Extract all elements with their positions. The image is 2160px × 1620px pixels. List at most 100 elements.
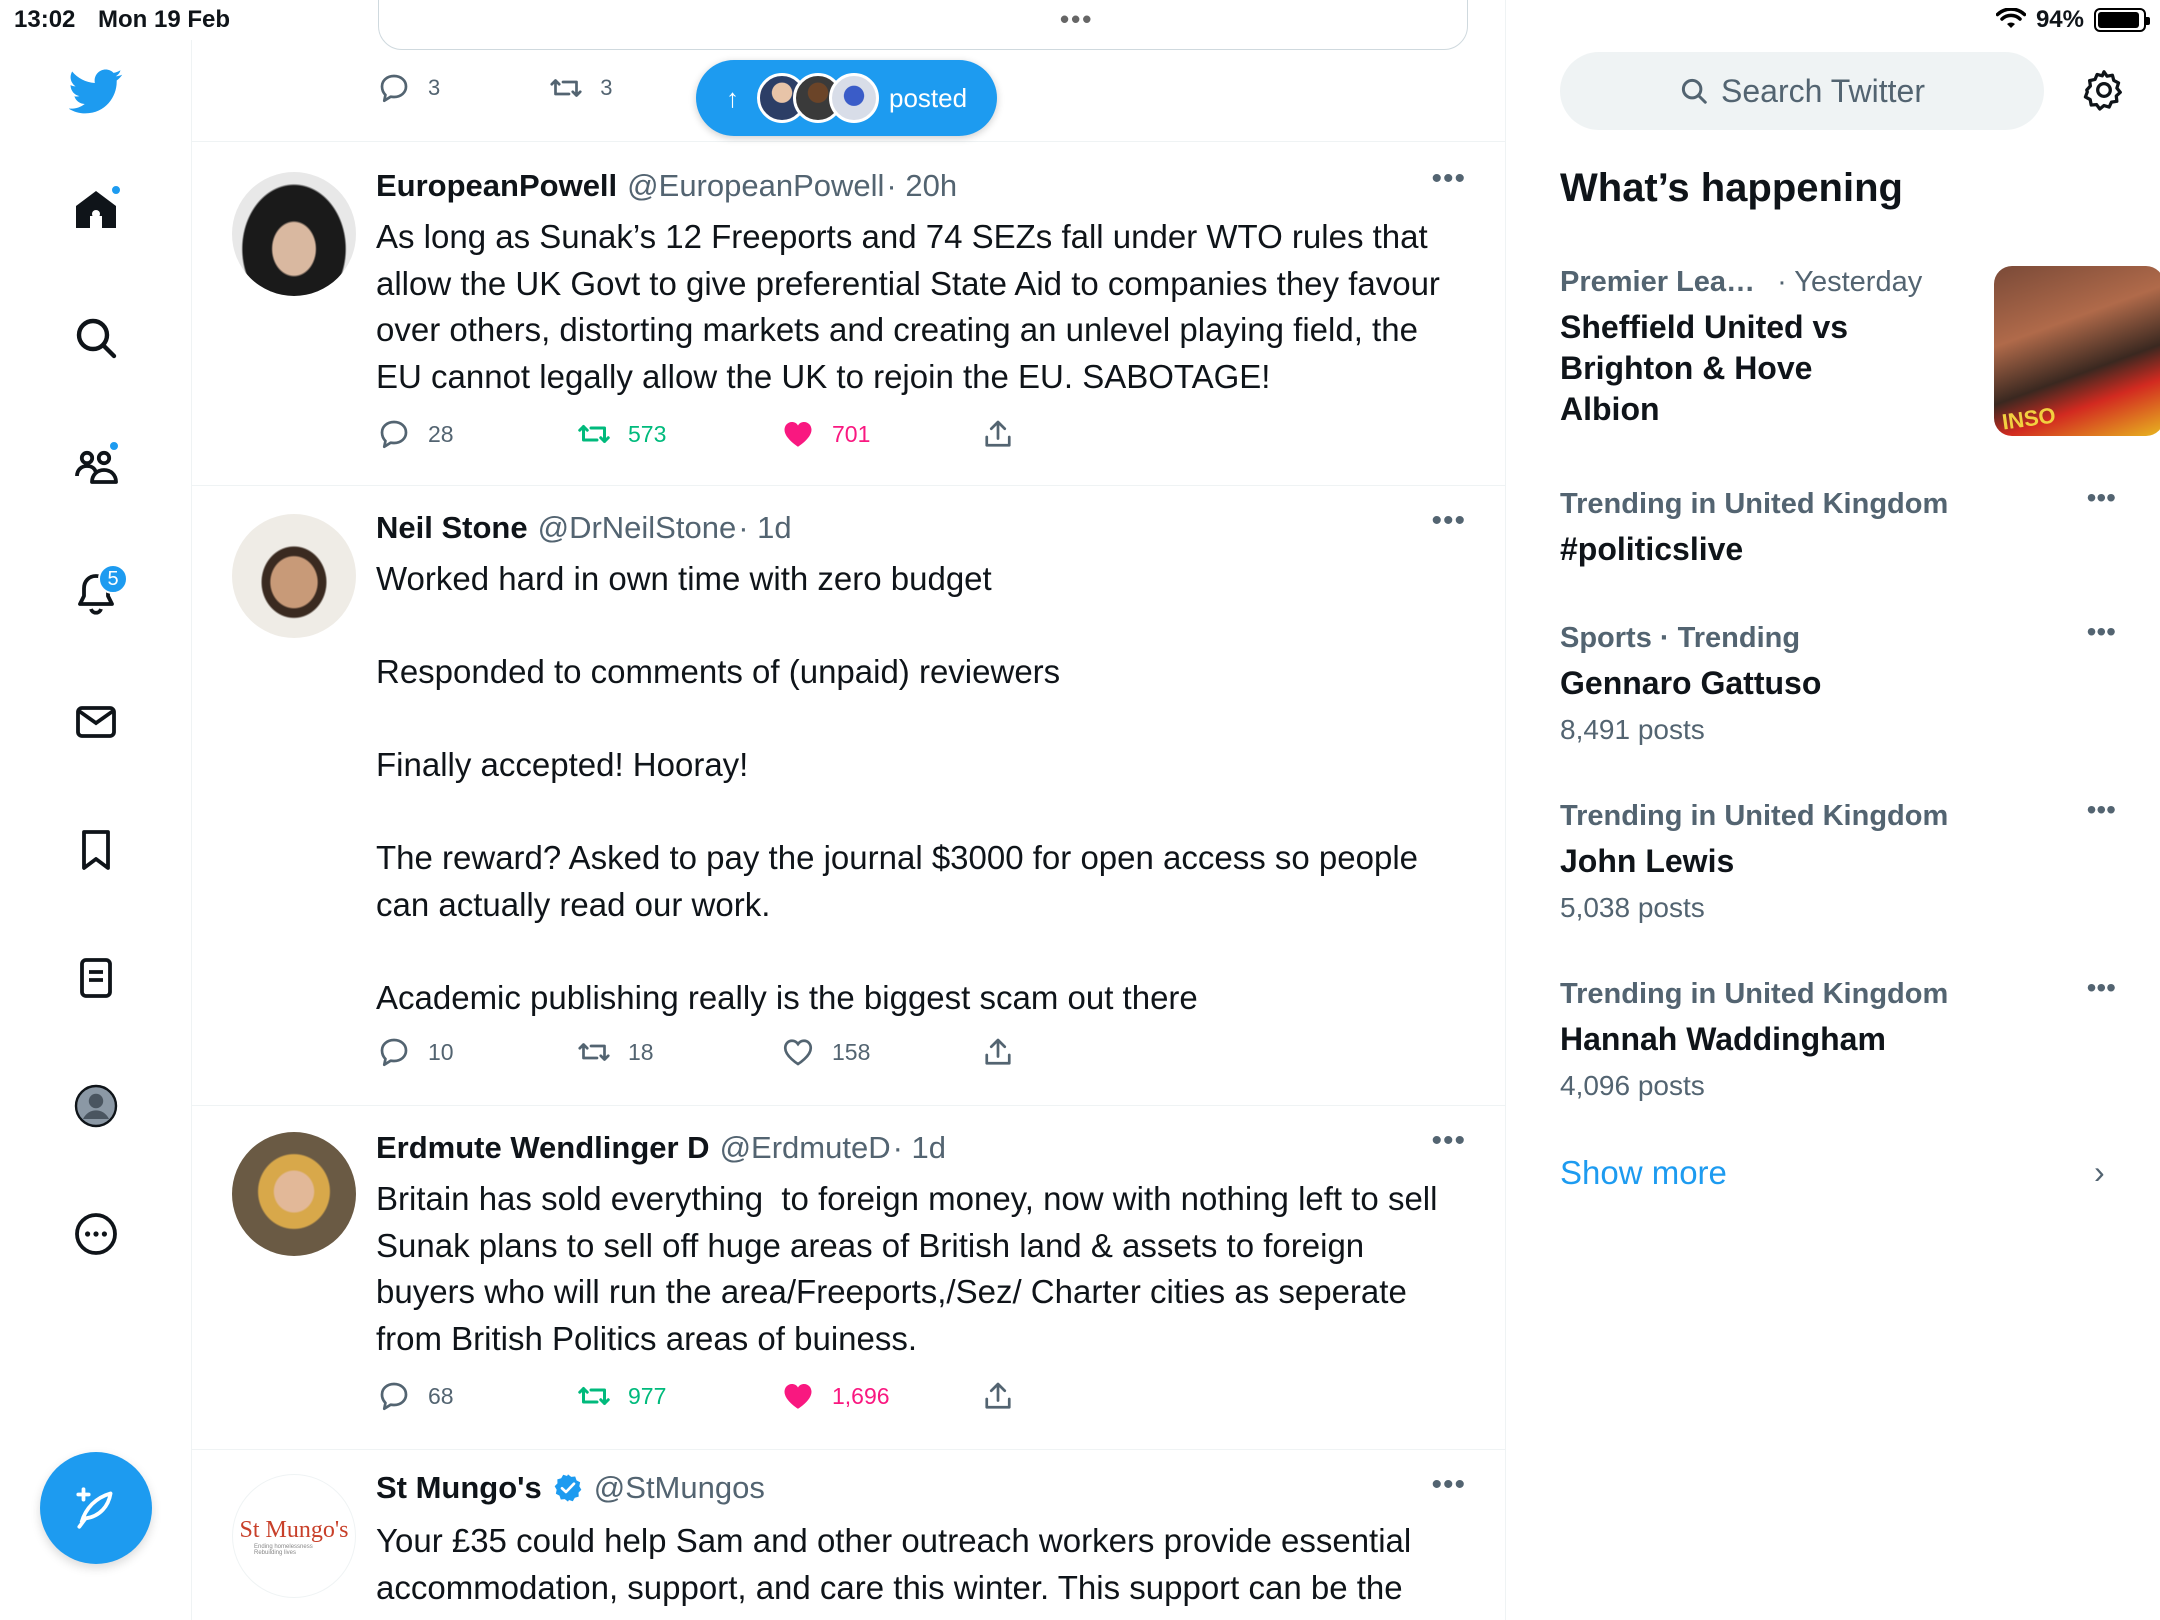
like-button[interactable]: 158: [780, 1034, 980, 1070]
arrow-up-icon: ↑: [726, 82, 739, 113]
retweet-button[interactable]: 573: [576, 416, 780, 452]
verified-badge-icon: [554, 1474, 582, 1502]
avatar[interactable]: St Mungo's Ending homelessness Rebuildin…: [232, 1474, 356, 1598]
notifications-bell-icon[interactable]: 5: [62, 560, 130, 628]
bookmarks-icon[interactable]: [62, 816, 130, 884]
author-handle[interactable]: @ErdmuteD: [720, 1130, 891, 1166]
trend-category: Sports · Trending: [1560, 622, 1801, 654]
reply-count: 3: [428, 75, 441, 100]
like-button[interactable]: 1,696: [780, 1378, 980, 1414]
reply-button[interactable]: 3: [376, 70, 440, 106]
more-options-icon[interactable]: [62, 1200, 130, 1268]
twitter-logo-icon[interactable]: [62, 56, 130, 124]
partial-tweet-actions: 3 3: [376, 70, 613, 106]
status-time: 13:02: [14, 6, 76, 33]
heart-filled-icon: [784, 422, 812, 447]
tweet[interactable]: EuropeanPowell @EuropeanPowell · 20h •••…: [192, 142, 1505, 486]
retweet-icon: [578, 1387, 610, 1405]
trend-post-count: 5,038 posts: [1560, 892, 1705, 923]
timeline: 3 3 ↑ posted EuropeanPowell @EuropeanPow…: [192, 0, 1506, 1620]
communities-unread-dot: [108, 440, 120, 452]
communities-icon[interactable]: [62, 432, 130, 500]
retweet-icon: [578, 1043, 610, 1061]
trend-more-icon[interactable]: •••: [2087, 482, 2116, 514]
share-button[interactable]: [980, 1034, 1016, 1070]
tweet-header: EuropeanPowell @EuropeanPowell · 20h: [376, 168, 957, 204]
author-handle[interactable]: @EuropeanPowell: [627, 168, 884, 204]
lists-icon[interactable]: [62, 944, 130, 1012]
tweet-time[interactable]: · 1d: [738, 510, 791, 546]
reply-count: 68: [428, 1382, 454, 1409]
reply-icon: [380, 1038, 408, 1067]
compose-tweet-button[interactable]: [40, 1452, 152, 1564]
retweet-button[interactable]: 18: [576, 1034, 780, 1070]
profile-avatar-icon[interactable]: [62, 1072, 130, 1140]
trend-more-icon[interactable]: •••: [2087, 794, 2116, 826]
left-nav: 5: [0, 40, 192, 1620]
author-name[interactable]: Neil Stone: [376, 510, 528, 546]
reply-button[interactable]: 10: [376, 1034, 576, 1070]
author-name[interactable]: Erdmute Wendlinger D: [376, 1130, 710, 1166]
quoted-card[interactable]: [378, 0, 1468, 50]
share-icon: [985, 1038, 1011, 1065]
tweet-more-icon[interactable]: •••: [1431, 162, 1466, 196]
trend-more-icon[interactable]: •••: [2087, 972, 2116, 1004]
home-icon[interactable]: [62, 176, 130, 244]
retweet-button[interactable]: 3: [548, 70, 613, 106]
tweet-actions: 10 18 158: [376, 1034, 1016, 1070]
retweet-count: 18: [628, 1038, 654, 1065]
explore-search-icon[interactable]: [62, 304, 130, 372]
retweet-button[interactable]: 977: [576, 1378, 780, 1414]
reply-button[interactable]: 28: [376, 416, 576, 452]
trend-item[interactable]: Trending in United Kingdom #politicslive…: [1560, 482, 2116, 570]
trend-item[interactable]: Trending in United Kingdom John Lewis 5,…: [1560, 794, 2116, 924]
search-input[interactable]: Search Twitter: [1560, 52, 2044, 130]
new-posts-pill[interactable]: ↑ posted: [696, 60, 998, 136]
settings-gear-icon[interactable]: [2074, 60, 2134, 120]
avatar[interactable]: [232, 514, 356, 638]
avatar: [829, 73, 879, 123]
show-more-link[interactable]: Show more: [1560, 1154, 1727, 1192]
trend-item[interactable]: Premier Lea… · Yesterday Sheffield Unite…: [1560, 266, 2160, 446]
new-posts-avatars: [757, 73, 879, 123]
trend-thumbnail-text: INSO: [2000, 402, 2058, 435]
retweet-icon: [550, 79, 582, 97]
tweet-more-icon[interactable]: •••: [1431, 1468, 1466, 1502]
reply-count: 28: [428, 420, 454, 447]
trend-item[interactable]: Sports · Trending Gennaro Gattuso 8,491 …: [1560, 616, 2116, 746]
trend-category: Trending in United Kingdom: [1560, 488, 1949, 520]
reply-button[interactable]: 68: [376, 1378, 576, 1414]
home-unread-dot: [110, 184, 122, 196]
like-button[interactable]: 701: [780, 416, 980, 452]
new-posts-label: posted: [889, 82, 968, 113]
trend-category: Trending in United Kingdom: [1560, 800, 1949, 832]
author-name[interactable]: St Mungo's: [376, 1470, 542, 1506]
tweet-time[interactable]: · 1d: [893, 1130, 946, 1166]
trend-more-icon[interactable]: •••: [2087, 616, 2116, 648]
tweet-text: Britain has sold everything to foreign m…: [376, 1180, 1447, 1357]
notifications-badge: 5: [98, 564, 128, 594]
reply-icon: [380, 1382, 408, 1411]
author-handle[interactable]: @DrNeilStone: [538, 510, 737, 546]
tweet[interactable]: Erdmute Wendlinger D @ErdmuteD · 1d ••• …: [192, 1106, 1505, 1450]
trend-thumbnail: INSO: [1994, 266, 2160, 436]
tweet-more-icon[interactable]: •••: [1431, 1124, 1466, 1158]
share-button[interactable]: [980, 416, 1016, 452]
chevron-right-icon[interactable]: ›: [2094, 1154, 2105, 1191]
tweet-time[interactable]: · 20h: [886, 168, 957, 204]
messages-envelope-icon[interactable]: [62, 688, 130, 756]
share-button[interactable]: [980, 1378, 1016, 1414]
tweet[interactable]: Neil Stone @DrNeilStone · 1d ••• Worked …: [192, 486, 1505, 1106]
trend-post-count: 8,491 posts: [1560, 714, 1705, 745]
trend-item[interactable]: Trending in United Kingdom Hannah Waddin…: [1560, 972, 2116, 1102]
like-count: 1,696: [832, 1382, 890, 1409]
tweet-header: St Mungo's @StMungos: [376, 1470, 765, 1506]
author-name[interactable]: EuropeanPowell: [376, 168, 617, 204]
tweet[interactable]: St Mungo's Ending homelessness Rebuildin…: [192, 1450, 1505, 1620]
author-handle[interactable]: @StMungos: [594, 1470, 765, 1506]
avatar[interactable]: [232, 172, 356, 296]
reply-icon: [380, 74, 408, 103]
trend-time: · Yesterday: [1777, 266, 1923, 298]
avatar[interactable]: [232, 1132, 356, 1256]
tweet-more-icon[interactable]: •••: [1431, 504, 1466, 538]
